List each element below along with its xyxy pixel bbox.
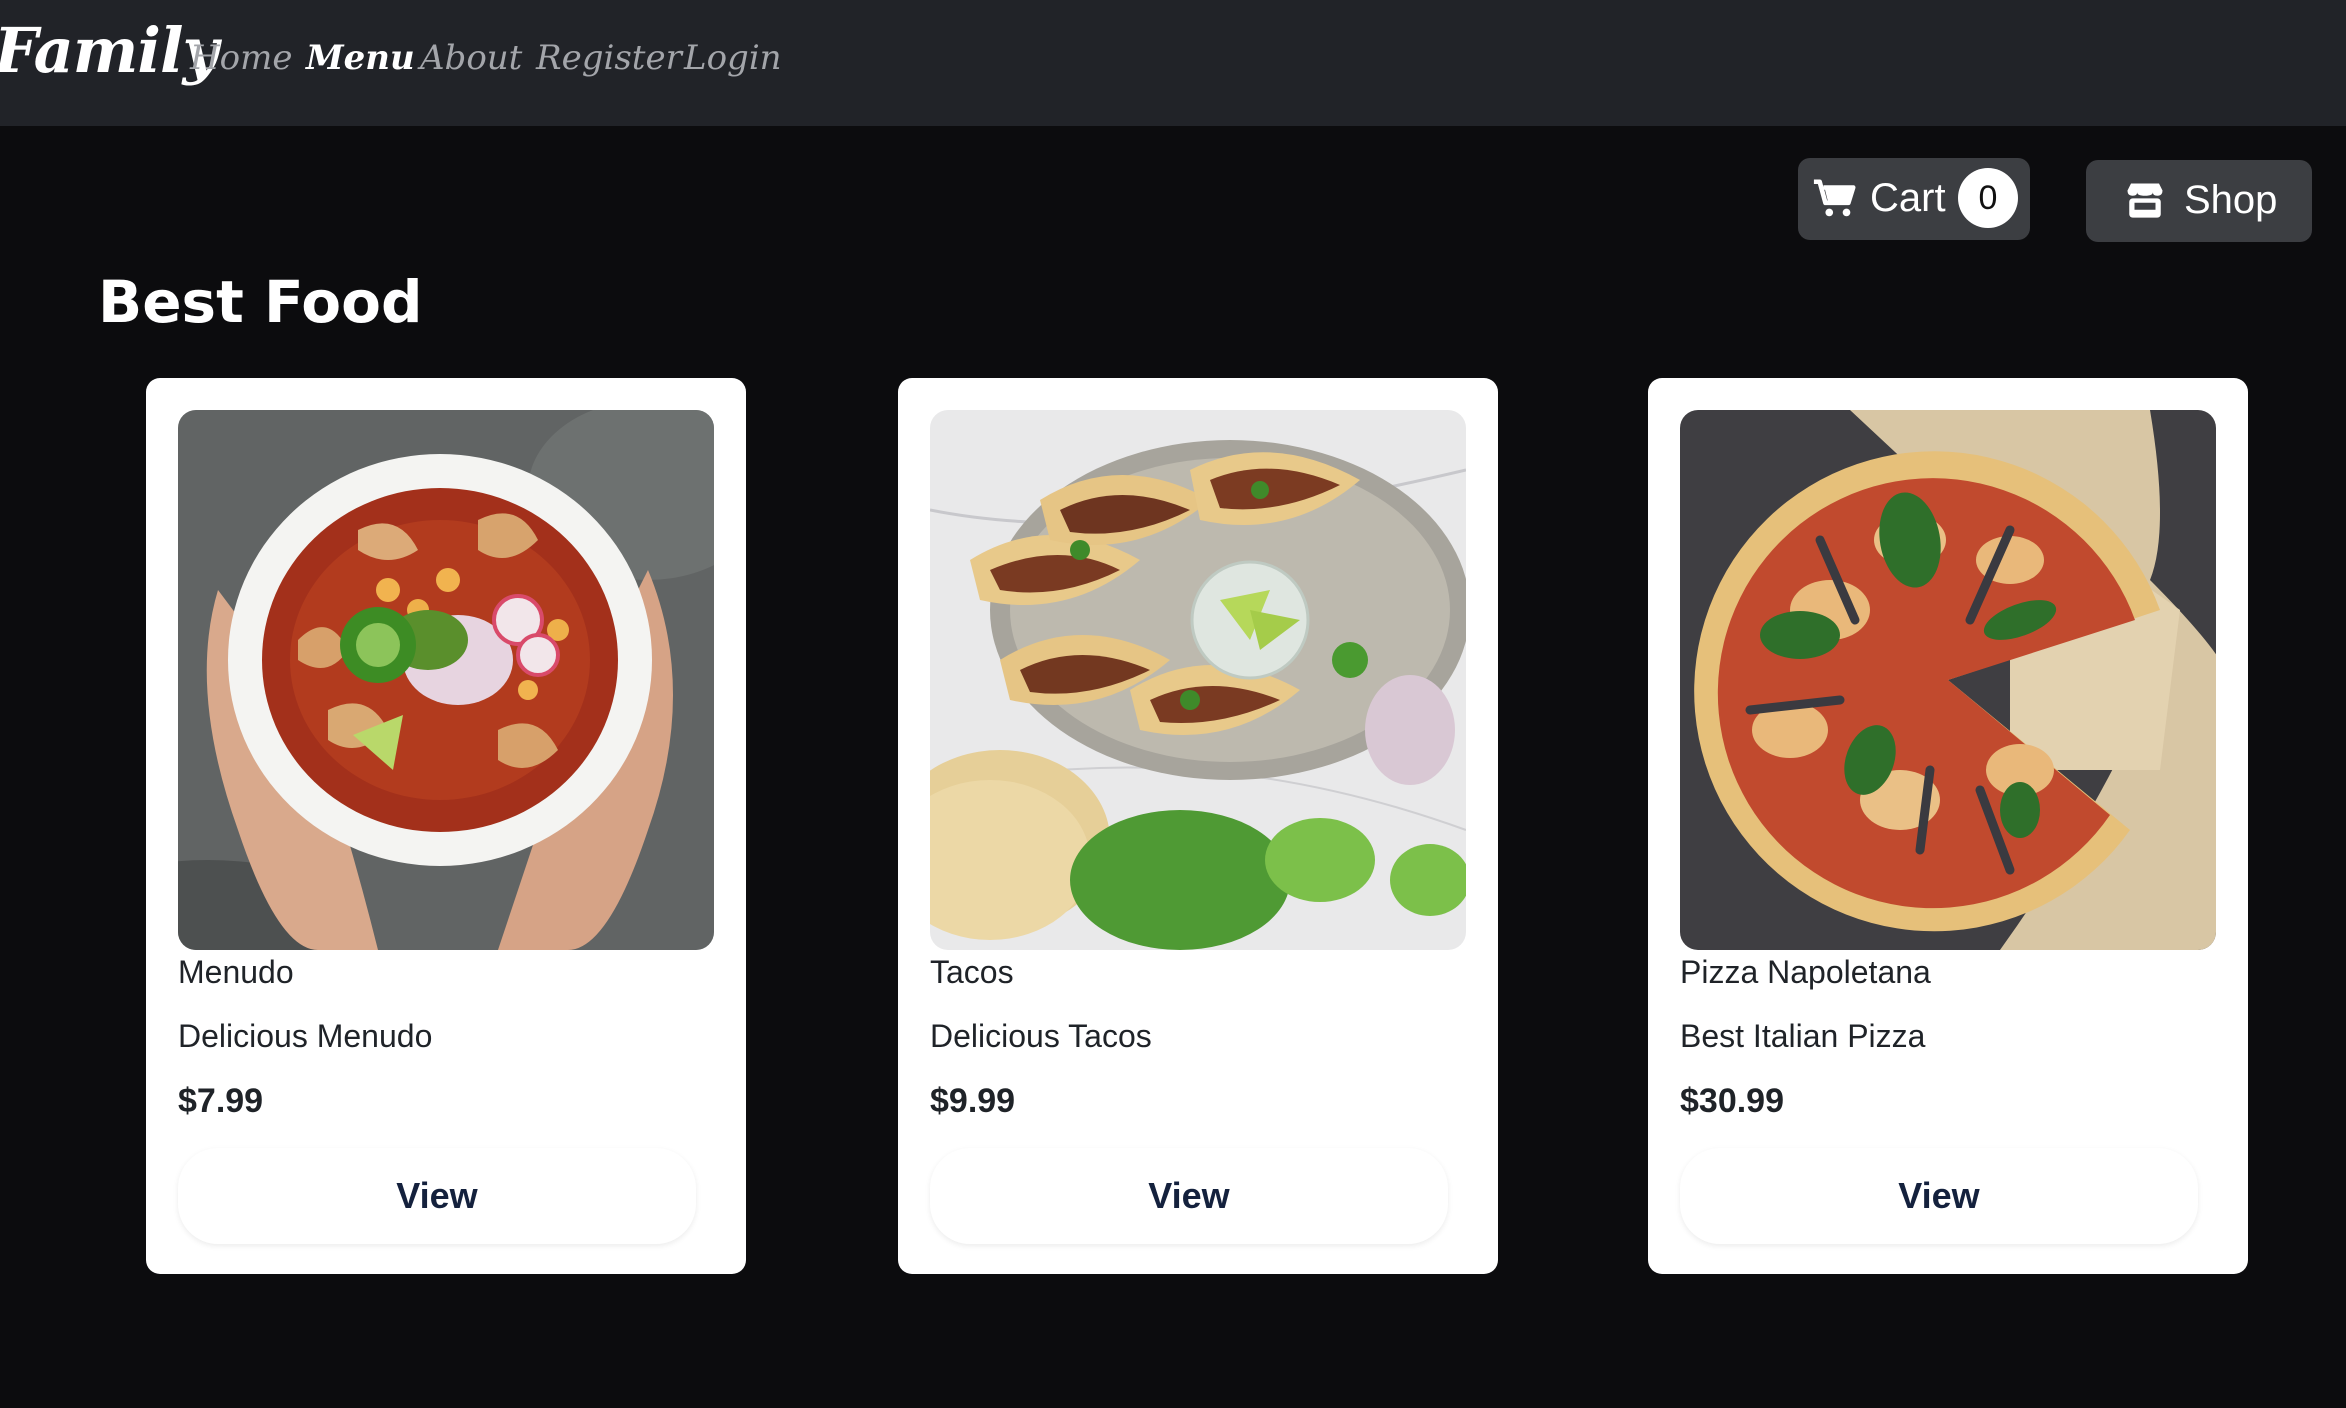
cart-count-badge: 0 bbox=[1958, 168, 2018, 228]
view-button[interactable]: View bbox=[178, 1148, 696, 1244]
cart-icon bbox=[1813, 179, 1856, 217]
brand-logo[interactable]: Family bbox=[0, 14, 219, 87]
cart-label: Cart bbox=[1870, 176, 1946, 220]
shop-label: Shop bbox=[2184, 178, 2278, 222]
view-button[interactable]: View bbox=[1680, 1148, 2198, 1244]
nav-link-menu[interactable]: Menu bbox=[306, 38, 415, 78]
view-button[interactable]: View bbox=[930, 1148, 1448, 1244]
product-card: Pizza Napoletana Best Italian Pizza $30.… bbox=[1648, 378, 2248, 1274]
section-title: Best Food bbox=[98, 268, 423, 336]
navbar: Family Home Menu About Register Login bbox=[0, 0, 2346, 126]
nav-link-register[interactable]: Register bbox=[536, 38, 682, 78]
product-name: Tacos bbox=[930, 954, 1014, 990]
product-name: Menudo bbox=[178, 954, 294, 990]
product-price: $30.99 bbox=[1680, 1082, 1784, 1120]
pizza-photo[interactable] bbox=[1680, 410, 2216, 950]
shop-button[interactable]: Shop bbox=[2086, 160, 2312, 242]
product-card: Tacos Delicious Tacos $9.99 View bbox=[898, 378, 1498, 1274]
product-description: Delicious Menudo bbox=[178, 1018, 433, 1054]
nav-link-login[interactable]: Login bbox=[684, 38, 782, 78]
nav-link-about[interactable]: About bbox=[420, 38, 522, 78]
product-name: Pizza Napoletana bbox=[1680, 954, 1931, 990]
nav-link-home[interactable]: Home bbox=[190, 38, 292, 78]
cart-button[interactable]: Cart 0 bbox=[1798, 158, 2030, 240]
product-price: $7.99 bbox=[178, 1082, 264, 1120]
product-description: Delicious Tacos bbox=[930, 1018, 1152, 1054]
tacos-photo[interactable] bbox=[930, 410, 1466, 950]
product-card: Menudo Delicious Menudo $7.99 View bbox=[146, 378, 746, 1274]
store-icon bbox=[2127, 183, 2163, 218]
menudo-photo[interactable] bbox=[178, 410, 714, 950]
product-price: $9.99 bbox=[930, 1082, 1016, 1120]
product-description: Best Italian Pizza bbox=[1680, 1018, 1926, 1054]
